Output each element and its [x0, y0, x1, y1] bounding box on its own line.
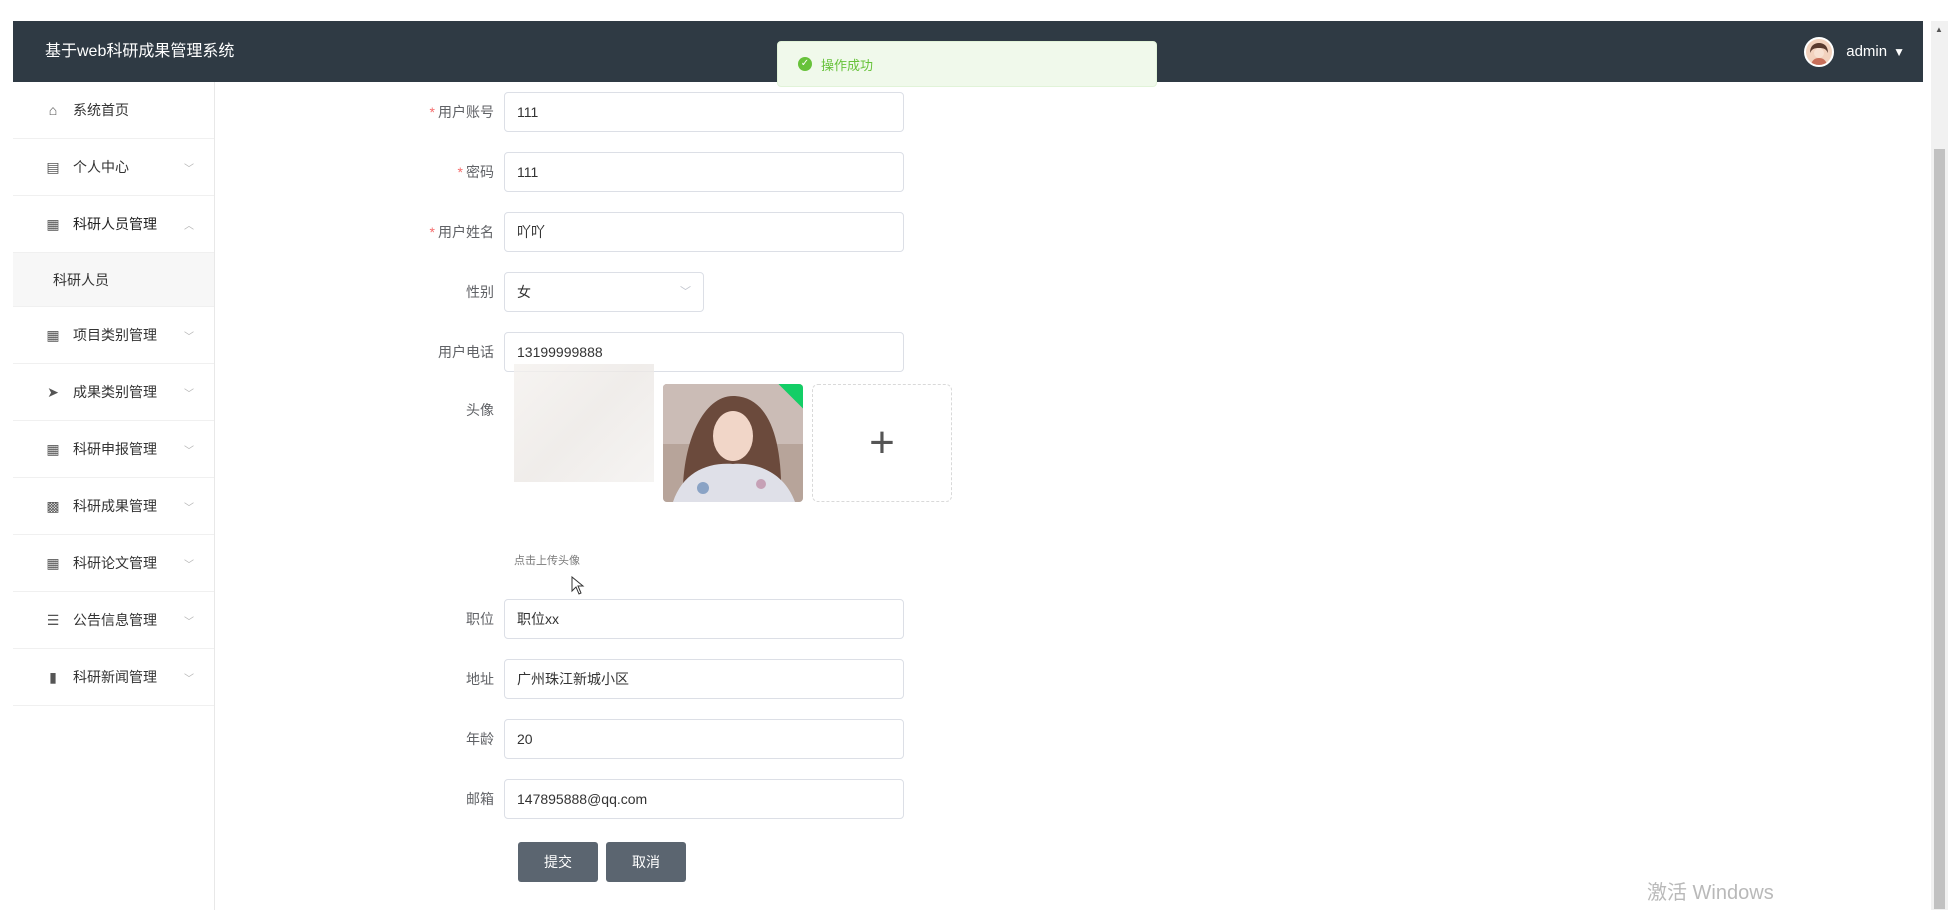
scroll-up-icon[interactable]: ▲	[1935, 25, 1943, 34]
sidebar-item-researcher-management[interactable]: ▦ 科研人员管理 ︿	[13, 196, 214, 253]
field-label: * 密码	[457, 164, 494, 180]
form-row-age: 年龄 20	[214, 719, 904, 759]
vertical-scrollbar[interactable]: ▲	[1931, 21, 1948, 910]
bar-chart-icon: ▮	[49, 668, 57, 685]
grid-icon: ▦	[46, 554, 60, 571]
field-label: 用户电话	[438, 344, 494, 360]
calendar-icon: ▤	[46, 158, 60, 175]
upload-tip: 点击上传头像	[514, 555, 580, 567]
form-row-password: * 密码 111	[214, 152, 904, 192]
caret-down-icon[interactable]: ▼	[1893, 45, 1905, 59]
grid-icon: ▦	[46, 215, 60, 232]
address-input[interactable]: 广州珠江新城小区	[504, 659, 904, 699]
sidebar-item-label: 成果类别管理	[73, 384, 157, 400]
field-label: 头像	[466, 402, 494, 418]
field-label: 职位	[466, 611, 494, 627]
chevron-down-icon: ﹀	[184, 445, 194, 457]
success-toast: ✓ 操作成功	[777, 41, 1157, 87]
sidebar-item-label: 公告信息管理	[73, 612, 157, 628]
sidebar-item-research-achievement[interactable]: ▩ 科研成果管理 ﹀	[13, 478, 214, 535]
submit-button[interactable]: 提交	[518, 842, 598, 882]
form-row-avatar: 头像	[214, 400, 504, 420]
avatar-thumbnail[interactable]	[663, 384, 803, 502]
main-content: * 用户账号 111 * 密码 111 * 用户姓名 吖吖 性别 女 ﹀ 用户电话 1…	[214, 82, 1923, 910]
grid-icon: ▦	[46, 440, 60, 457]
sidebar-item-label: 科研人员管理	[73, 216, 157, 232]
toast-message: 操作成功	[821, 57, 874, 73]
chevron-up-icon: ︿	[184, 220, 194, 232]
chevron-down-icon: ﹀	[184, 502, 194, 514]
sidebar-item-home[interactable]: ⌂ 系统首页	[13, 82, 214, 139]
position-input[interactable]: 职位xx	[504, 599, 904, 639]
sidebar-item-project-category[interactable]: ▦ 项目类别管理 ﹀	[13, 307, 214, 364]
avatar[interactable]	[1804, 36, 1835, 67]
form-row-account: * 用户账号 111	[214, 92, 904, 132]
email-input[interactable]: 147895888@qq.com	[504, 779, 904, 819]
sidebar-item-achievement-category[interactable]: ➤ 成果类别管理 ﹀	[13, 364, 214, 421]
gender-select[interactable]: 女 ﹀	[504, 272, 704, 312]
form-row-position: 职位 职位xx	[214, 599, 904, 639]
sidebar-item-label: 个人中心	[73, 159, 129, 175]
app-title: 基于web科研成果管理系统	[45, 43, 235, 60]
chevron-down-icon: ﹀	[184, 388, 194, 400]
field-label: 邮箱	[466, 791, 494, 807]
sidebar-item-label: 科研新闻管理	[73, 669, 157, 685]
form-row-gender: 性别 女 ﹀	[214, 272, 704, 312]
chevron-down-icon: ﹀	[184, 673, 194, 685]
form-row-name: * 用户姓名 吖吖	[214, 212, 904, 252]
password-input[interactable]: 111	[504, 152, 904, 192]
table-icon: ▩	[46, 497, 60, 514]
account-input[interactable]: 111	[504, 92, 904, 132]
name-input[interactable]: 吖吖	[504, 212, 904, 252]
home-icon: ⌂	[48, 102, 58, 118]
field-label: * 用户账号	[429, 104, 494, 120]
send-icon: ➤	[47, 383, 59, 400]
field-label: 年龄	[466, 731, 494, 747]
sidebar-item-research-paper[interactable]: ▦ 科研论文管理 ﹀	[13, 535, 214, 592]
field-label: 地址	[466, 671, 494, 687]
sidebar-item-label: 项目类别管理	[73, 327, 157, 343]
form-row-email: 邮箱 147895888@qq.com	[214, 779, 904, 819]
chevron-down-icon: ﹀	[184, 616, 194, 628]
sidebar-item-label: 科研成果管理	[73, 498, 157, 514]
chevron-down-icon: ﹀	[184, 559, 194, 571]
sidebar-subitem-researcher[interactable]: 科研人员	[13, 253, 214, 307]
mouse-cursor-icon	[571, 576, 585, 595]
sidebar-item-label: 科研申报管理	[73, 441, 157, 457]
sidebar-item-personal-center[interactable]: ▤ 个人中心 ﹀	[13, 139, 214, 196]
sidebar-item-research-application[interactable]: ▦ 科研申报管理 ﹀	[13, 421, 214, 478]
username[interactable]: admin	[1846, 43, 1887, 60]
chevron-down-icon: ﹀	[184, 163, 194, 175]
grid-icon: ▦	[46, 326, 60, 343]
chevron-down-icon: ﹀	[680, 286, 691, 298]
scrollbar-thumb[interactable]	[1934, 149, 1945, 909]
field-label: 性别	[466, 284, 494, 300]
sidebar-item-label: 科研论文管理	[73, 555, 157, 571]
sliders-icon: ☰	[46, 611, 60, 628]
plus-icon: +	[869, 418, 895, 467]
sidebar-item-label: 系统首页	[73, 102, 129, 118]
check-circle-icon: ✓	[798, 57, 812, 71]
user-menu[interactable]: admin ▼	[1804, 21, 1905, 82]
field-label: * 用户姓名	[429, 224, 494, 240]
form-row-address: 地址 广州珠江新城小区	[214, 659, 904, 699]
age-input[interactable]: 20	[504, 719, 904, 759]
sidebar-subitem-label: 科研人员	[53, 271, 109, 288]
upload-button[interactable]: +	[812, 384, 952, 502]
sidebar-item-research-news[interactable]: ▮ 科研新闻管理 ﹀	[13, 649, 214, 706]
windows-activation-watermark: 激活 Windows	[1647, 882, 1774, 904]
sidebar: ⌂ 系统首页 ▤ 个人中心 ﹀ ▦ 科研人员管理 ︿ 科研人员 ▦ 项目类别管理…	[13, 82, 215, 910]
drag-ghost-image	[514, 364, 654, 482]
chevron-down-icon: ﹀	[184, 331, 194, 343]
sidebar-item-announcement[interactable]: ☰ 公告信息管理 ﹀	[13, 592, 214, 649]
cancel-button[interactable]: 取消	[606, 842, 686, 882]
gender-value: 女	[517, 284, 531, 300]
